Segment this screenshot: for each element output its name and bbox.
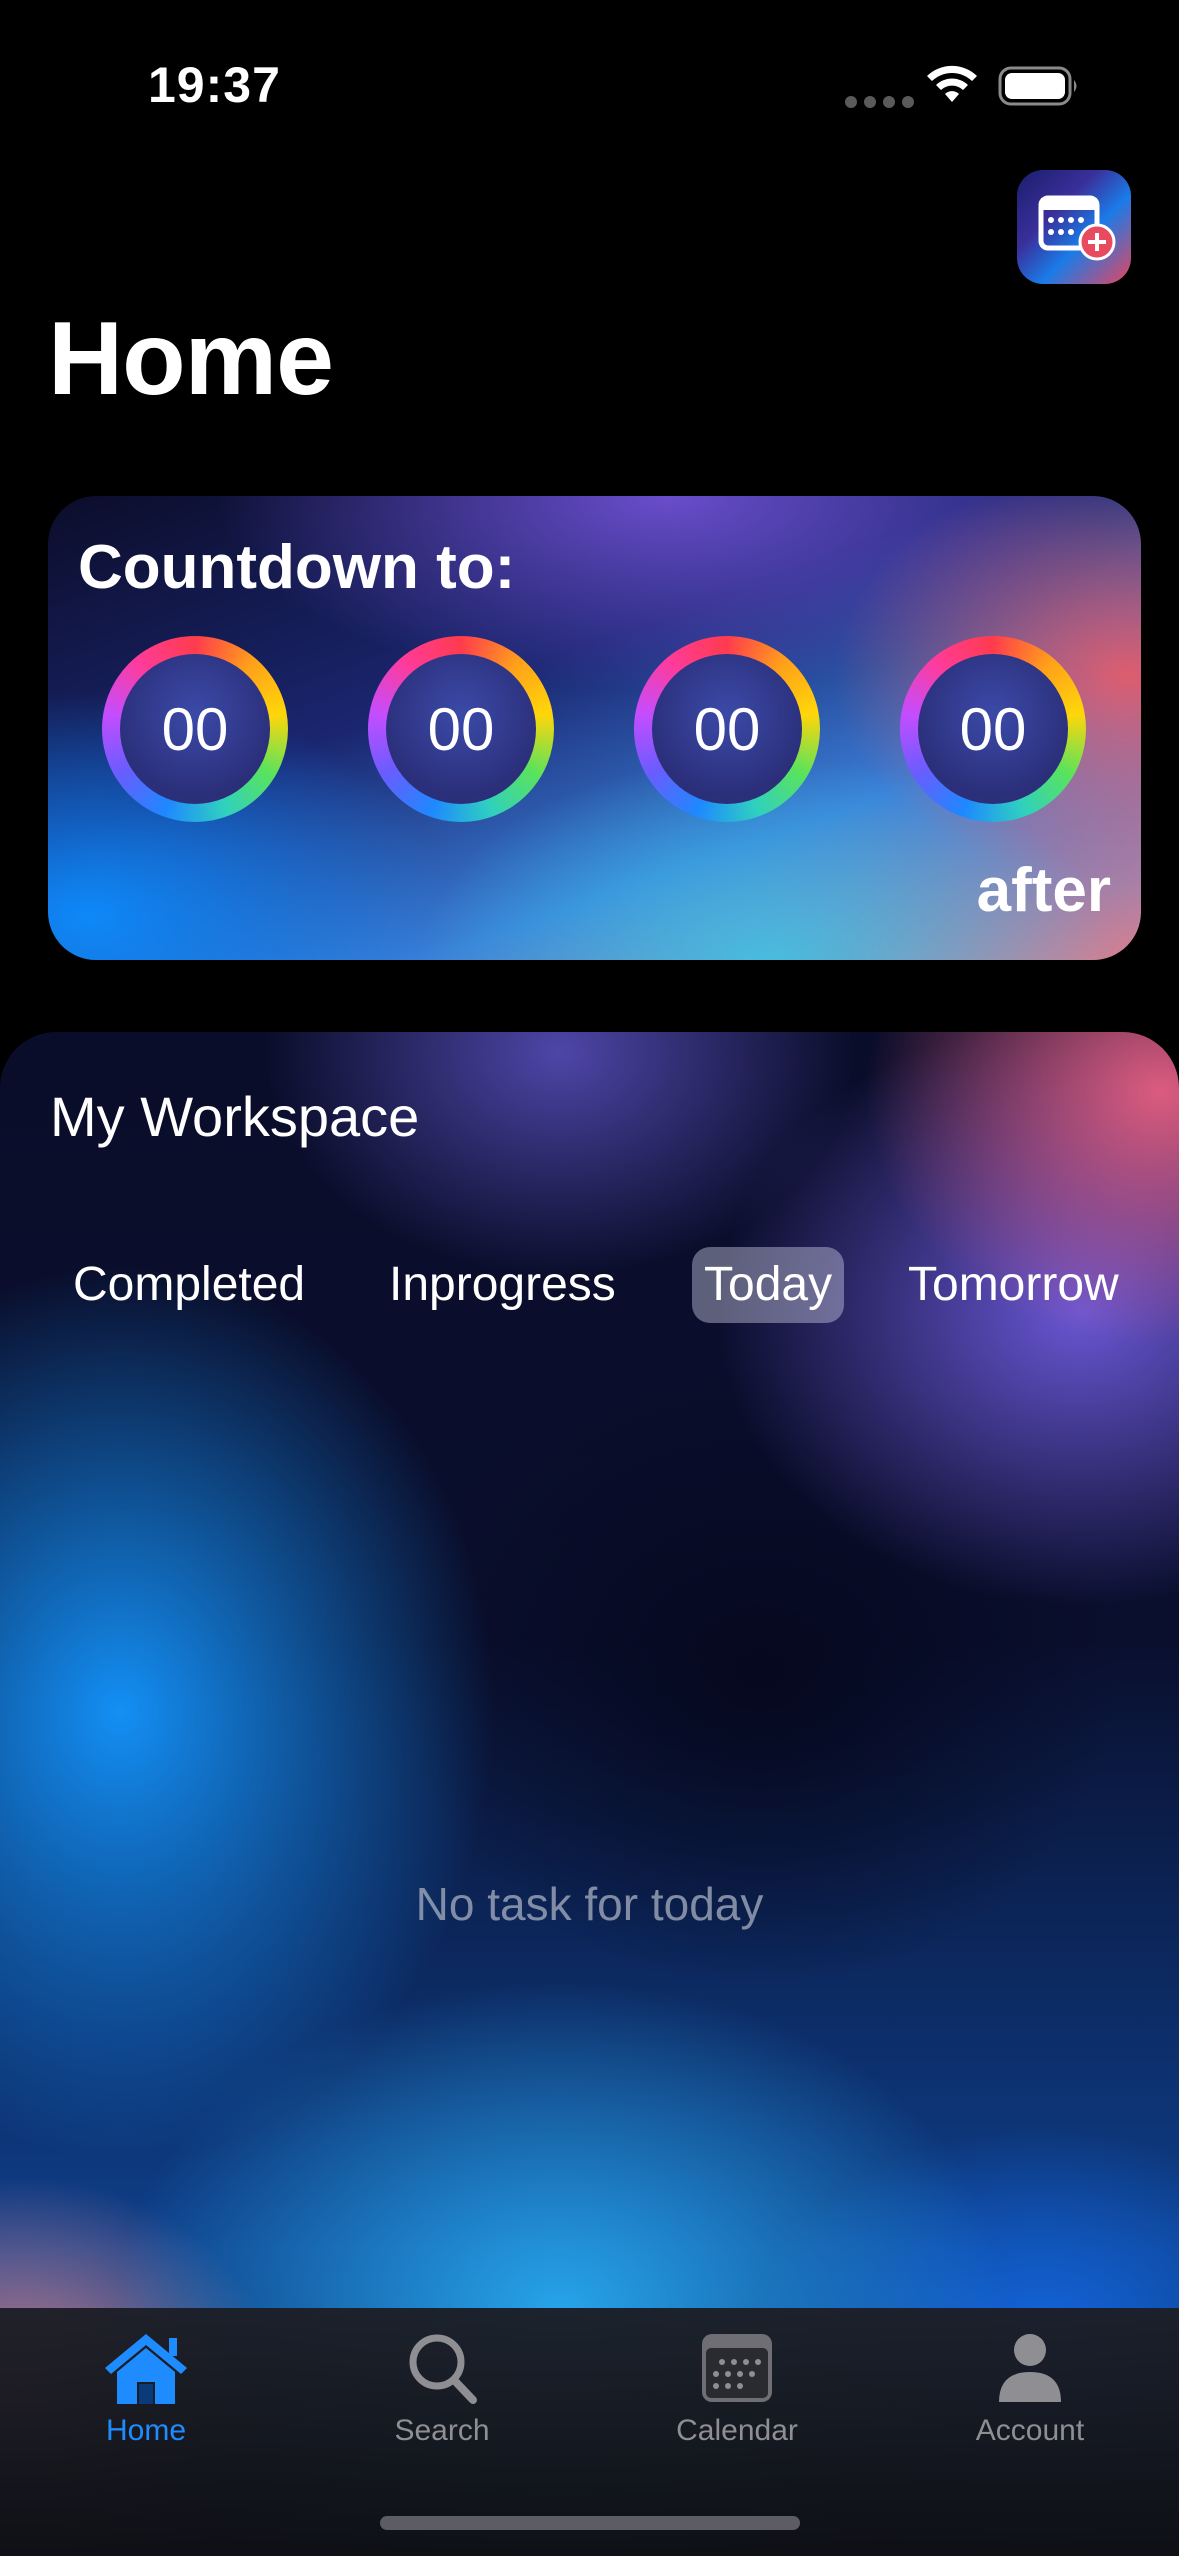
tab-tomorrow[interactable]: Tomorrow — [896, 1247, 1131, 1323]
countdown-ring-2: 00 — [368, 636, 554, 822]
tab-bar-account[interactable]: Account — [920, 2328, 1140, 2478]
battery-icon — [998, 66, 1077, 106]
countdown-ring-1: 00 — [102, 636, 288, 822]
house-icon — [105, 2334, 187, 2404]
calendar-icon — [702, 2334, 772, 2402]
countdown-after-label: after — [976, 856, 1111, 925]
tab-today[interactable]: Today — [692, 1247, 845, 1323]
tab-bar-label: Search — [394, 2414, 490, 2447]
countdown-value: 00 — [386, 654, 536, 804]
empty-state-message: No task for today — [415, 1878, 764, 1930]
tab-bar-calendar[interactable]: Calendar — [627, 2328, 847, 2478]
status-bar: 19:37 — [0, 0, 1179, 150]
countdown-ring-4: 00 — [900, 636, 1086, 822]
add-event-button[interactable] — [1017, 170, 1131, 284]
countdown-value: 00 — [120, 654, 270, 804]
home-indicator — [380, 2516, 800, 2530]
tab-completed[interactable]: Completed — [61, 1247, 317, 1323]
cellular-signal-icon — [845, 96, 914, 108]
calendar-add-icon — [1038, 195, 1116, 261]
tab-bar-label: Calendar — [676, 2414, 798, 2447]
countdown-ring-3: 00 — [634, 636, 820, 822]
countdown-title: Countdown to: — [78, 533, 516, 602]
tab-bar-label: Account — [975, 2414, 1085, 2447]
page-title: Home — [48, 301, 334, 417]
magnifier-icon — [409, 2334, 477, 2404]
tab-bar-home[interactable]: Home — [36, 2328, 256, 2478]
tab-inprogress[interactable]: Inprogress — [377, 1247, 628, 1323]
wifi-icon — [927, 65, 977, 102]
countdown-value: 00 — [918, 654, 1068, 804]
countdown-card: Countdown to: 00 00 00 00 after — [48, 496, 1141, 960]
workspace-title: My Workspace — [50, 1085, 420, 1148]
tab-bar-label: Home — [105, 2414, 187, 2447]
status-time: 19:37 — [148, 57, 281, 113]
countdown-value: 00 — [652, 654, 802, 804]
person-icon — [999, 2334, 1061, 2402]
tab-bar-search[interactable]: Search — [332, 2328, 552, 2478]
workspace-tabs: Completed Inprogress Today Tomorrow — [0, 1247, 1179, 1327]
